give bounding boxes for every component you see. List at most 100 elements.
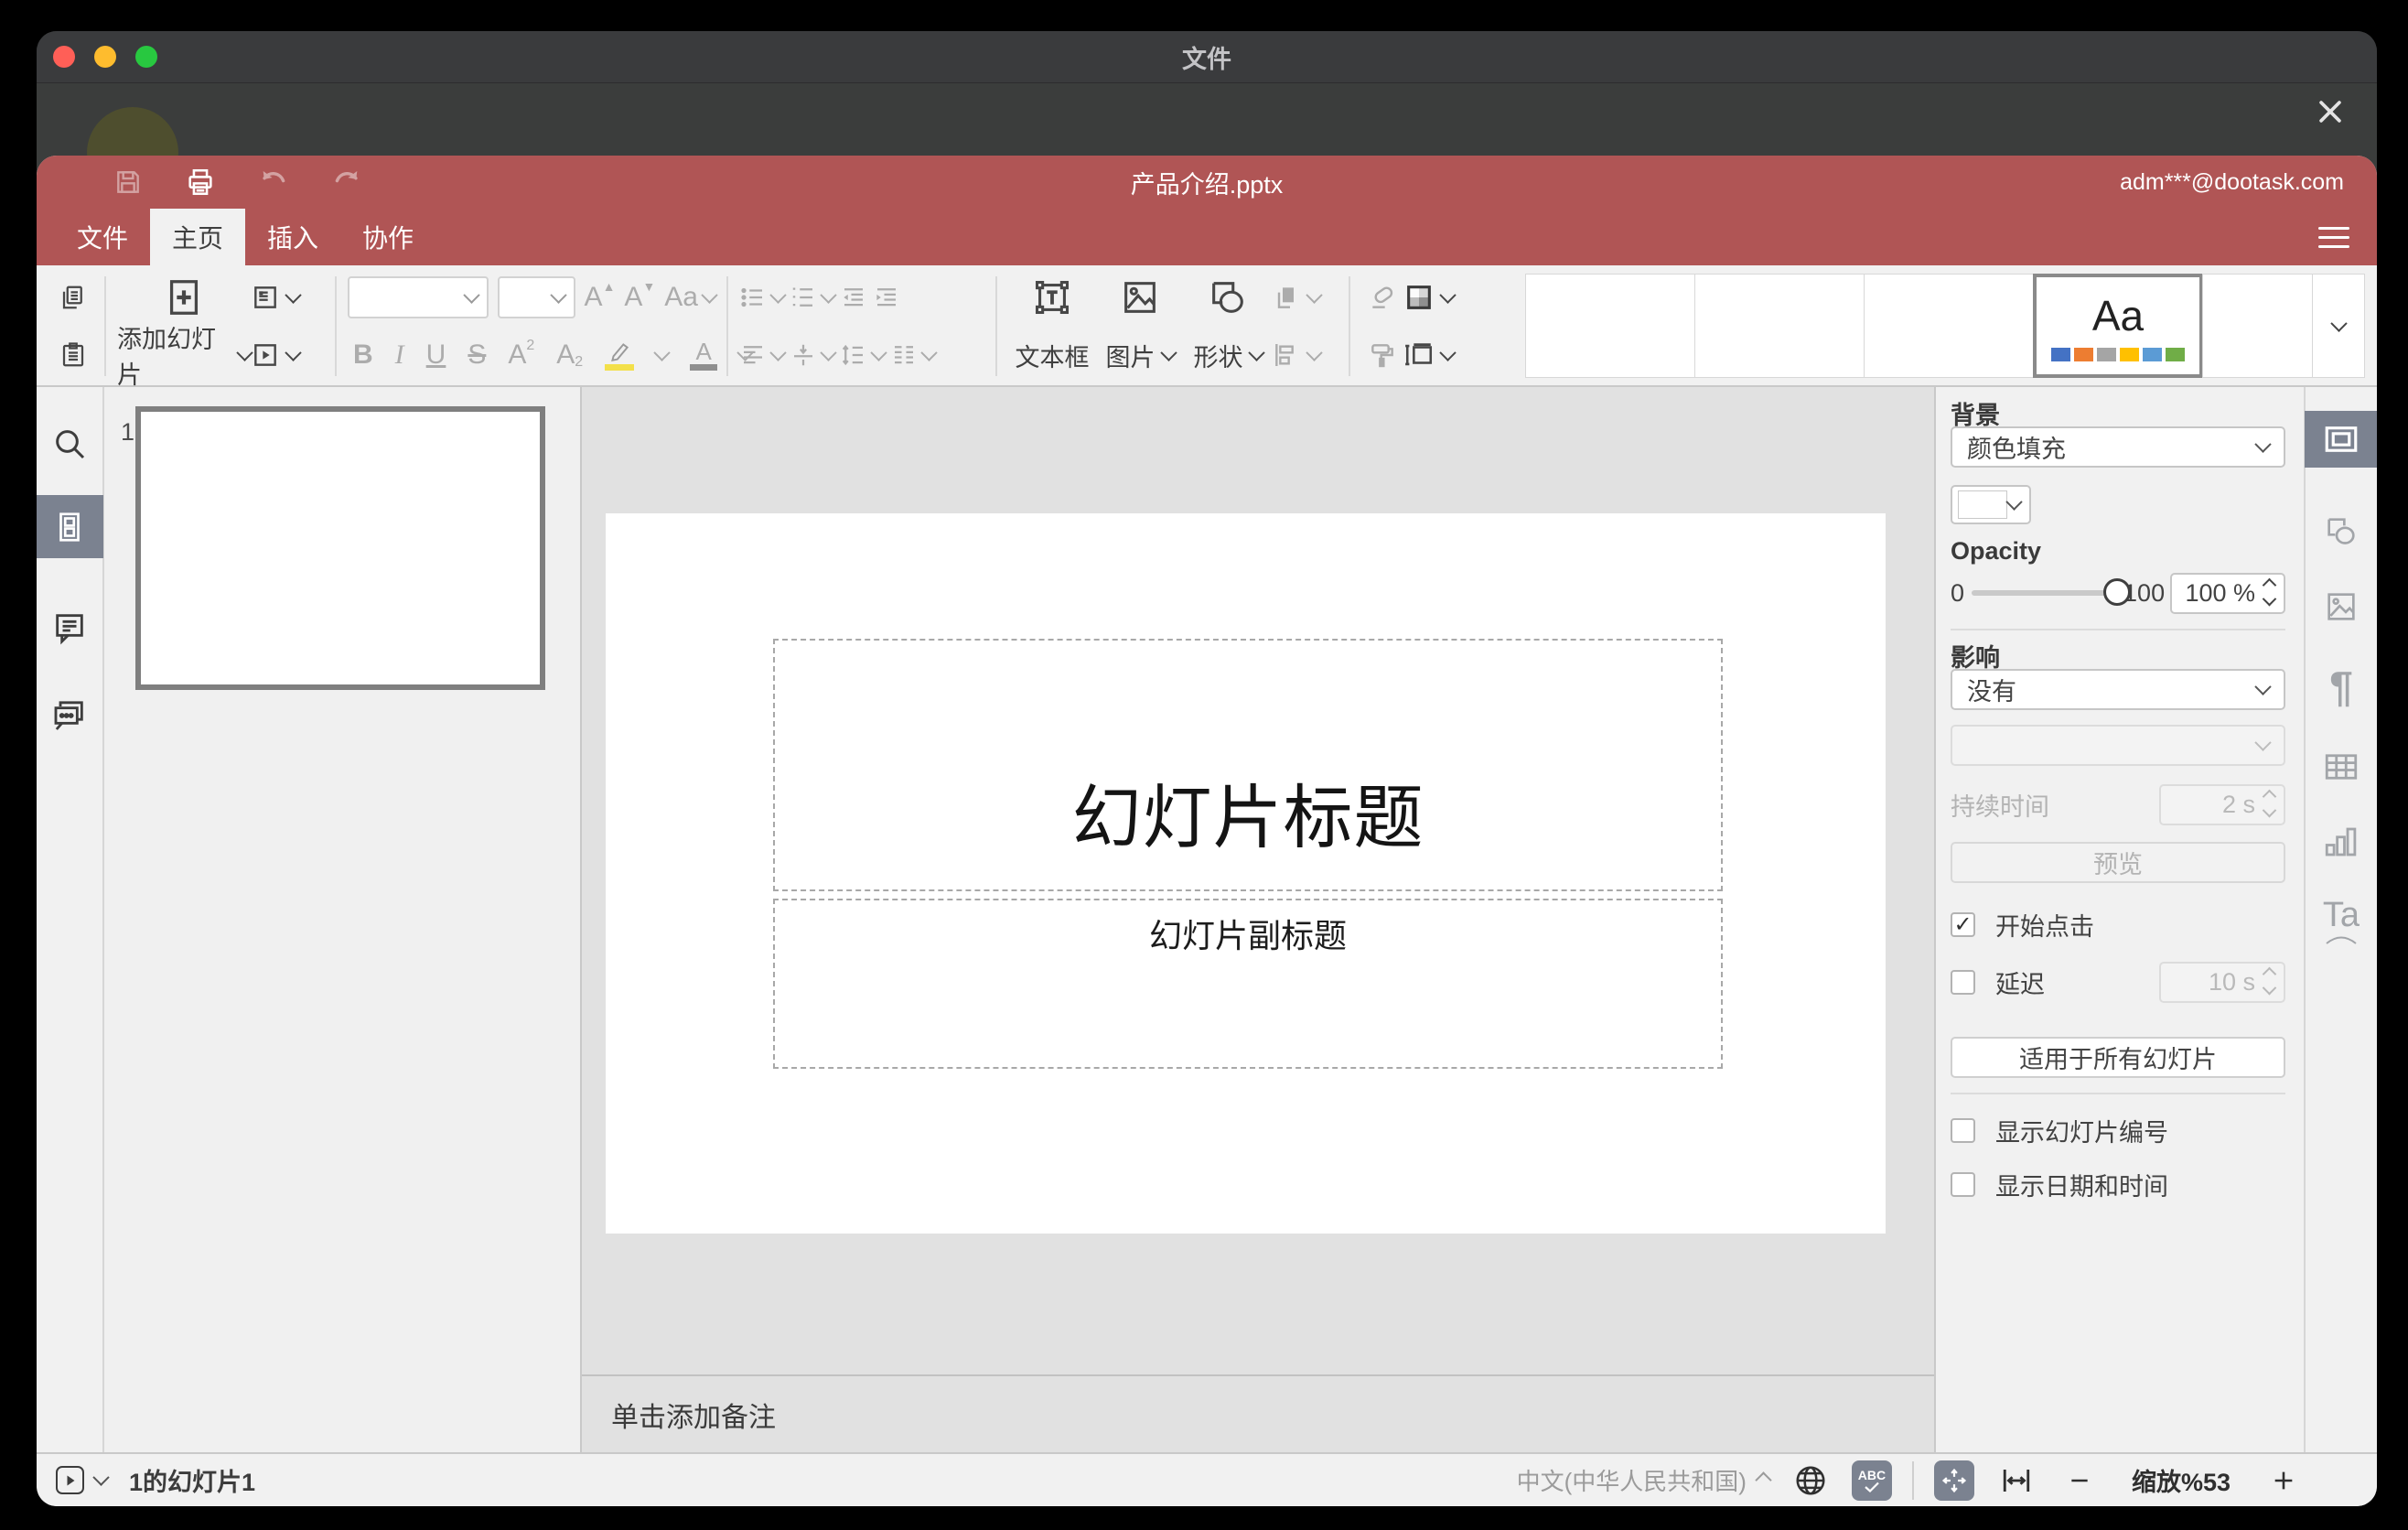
increase-indent-button[interactable]: [873, 284, 900, 311]
decrease-font-button[interactable]: A ▼: [624, 280, 655, 311]
strikethrough-button[interactable]: S: [468, 341, 486, 369]
slide-page[interactable]: 幻灯片标题 幻灯片副标题: [606, 513, 1886, 1234]
zoom-out-button[interactable]: [2068, 1469, 2091, 1492]
fit-slide-button[interactable]: [1933, 1460, 1974, 1501]
delay-checkbox[interactable]: [1951, 970, 1975, 995]
slideshow-mode-dropdown[interactable]: [92, 1469, 110, 1486]
effect-option-select[interactable]: [1951, 725, 2285, 766]
show-date-checkbox[interactable]: [1951, 1172, 1975, 1197]
subscript-button[interactable]: A2: [556, 341, 583, 370]
highlight-color-button[interactable]: [605, 340, 635, 371]
slide-settings-button[interactable]: [2305, 411, 2377, 468]
paragraph-settings-button[interactable]: ¶: [2329, 662, 2353, 711]
comments-button[interactable]: [51, 609, 88, 646]
font-size-select[interactable]: [498, 276, 575, 318]
align-shape-button[interactable]: [1272, 340, 1301, 370]
slides-panel-button[interactable]: [37, 495, 103, 558]
tab-file[interactable]: 文件: [55, 209, 150, 265]
theme-option-1[interactable]: [1525, 274, 1695, 378]
chevron-down-icon[interactable]: [1247, 343, 1265, 361]
image-settings-button[interactable]: [2323, 588, 2360, 625]
textart-settings-button[interactable]: Ta: [2323, 896, 2360, 944]
preview-button[interactable]: 预览: [1951, 842, 2285, 883]
arrange-shape-button[interactable]: [1272, 283, 1301, 312]
copy-style-button[interactable]: [1368, 340, 1397, 370]
slide-size-button[interactable]: [1403, 339, 1435, 371]
tab-collaboration[interactable]: 协作: [340, 209, 435, 265]
notes-area[interactable]: 单击添加备注: [582, 1374, 1934, 1452]
tab-home[interactable]: 主页: [150, 209, 246, 265]
decrease-indent-button[interactable]: [840, 284, 867, 311]
insert-textbox-button[interactable]: [1031, 276, 1073, 318]
shape-settings-button[interactable]: [2323, 513, 2360, 550]
copy-button[interactable]: [59, 284, 87, 311]
spin-down-icon[interactable]: [2262, 591, 2277, 606]
bullet-list-button[interactable]: [739, 284, 767, 311]
paste-button[interactable]: [59, 341, 87, 369]
theme-gallery-expand-button[interactable]: [2312, 274, 2365, 378]
chevron-down-icon[interactable]: [1439, 286, 1457, 304]
spin-up-icon[interactable]: [2262, 577, 2277, 592]
slide-thumbnail-1[interactable]: [135, 406, 545, 690]
title-placeholder[interactable]: 幻灯片标题: [773, 639, 1723, 891]
numbered-list-button[interactable]: [790, 284, 817, 311]
theme-option-selected[interactable]: Aa: [2033, 274, 2203, 378]
show-slide-number-checkbox[interactable]: [1951, 1118, 1975, 1143]
menu-button[interactable]: [2318, 221, 2349, 253]
feedback-button[interactable]: [51, 697, 88, 734]
zoom-in-button[interactable]: [2271, 1468, 2296, 1493]
close-editor-button[interactable]: [2309, 91, 2351, 133]
document-language-button[interactable]: [1793, 1463, 1828, 1498]
spellcheck-button[interactable]: ABC: [1851, 1460, 1892, 1501]
chevron-down-icon[interactable]: [1439, 343, 1457, 361]
fill-color-picker[interactable]: [1951, 485, 2031, 524]
underline-button[interactable]: U: [426, 341, 446, 369]
insert-shape-button[interactable]: [1207, 276, 1249, 318]
chart-settings-button[interactable]: [2322, 823, 2360, 861]
opacity-slider[interactable]: [1972, 578, 2132, 606]
tab-insert[interactable]: 插入: [245, 209, 340, 265]
delay-input[interactable]: 10 s: [2159, 962, 2285, 1003]
vertical-align-button[interactable]: [790, 341, 817, 369]
insert-image-button[interactable]: [1119, 276, 1161, 318]
chevron-down-icon[interactable]: [285, 286, 302, 304]
search-button[interactable]: [51, 426, 88, 462]
opacity-slider-thumb[interactable]: [2103, 578, 2132, 606]
effect-select[interactable]: 没有: [1951, 669, 2285, 710]
bold-button[interactable]: B: [353, 341, 373, 369]
change-case-button[interactable]: Aa: [664, 284, 718, 311]
start-slideshow-status-button[interactable]: [56, 1466, 84, 1494]
table-settings-button[interactable]: [2322, 748, 2360, 786]
close-window-button[interactable]: [53, 46, 75, 68]
color-scheme-button[interactable]: [1403, 282, 1435, 313]
font-name-select[interactable]: [348, 276, 489, 318]
chevron-down-icon[interactable]: [653, 343, 671, 361]
start-slideshow-button[interactable]: [251, 340, 280, 370]
superscript-button[interactable]: A2: [508, 339, 534, 369]
chevron-down-icon[interactable]: [1306, 286, 1323, 304]
columns-button[interactable]: [890, 341, 918, 369]
font-color-button[interactable]: A: [690, 339, 718, 371]
select-tool-button[interactable]: [1368, 283, 1397, 312]
opacity-input[interactable]: 100 %: [2170, 572, 2285, 614]
maximize-window-button[interactable]: [135, 46, 157, 68]
subtitle-placeholder[interactable]: 幻灯片副标题: [773, 899, 1723, 1069]
chevron-down-icon[interactable]: [1159, 343, 1177, 361]
minimize-window-button[interactable]: [94, 46, 116, 68]
italic-button[interactable]: I: [395, 341, 404, 369]
apply-to-all-button[interactable]: 适用于所有幻灯片: [1951, 1037, 2285, 1078]
duration-input[interactable]: 2 s: [2159, 784, 2285, 825]
increase-font-button[interactable]: A ▲: [585, 280, 616, 311]
chevron-down-icon[interactable]: [1306, 343, 1323, 361]
start-on-click-checkbox[interactable]: ✓: [1951, 912, 1975, 937]
slide-layout-button[interactable]: [251, 283, 280, 312]
chevron-down-icon[interactable]: [285, 343, 302, 361]
theme-option-2[interactable]: [1694, 274, 1865, 378]
fill-type-select[interactable]: 颜色填充: [1951, 426, 2285, 468]
theme-option-5[interactable]: [2202, 274, 2313, 378]
line-spacing-button[interactable]: [840, 341, 867, 369]
add-slide-button[interactable]: [163, 276, 205, 318]
fit-width-button[interactable]: [2000, 1464, 2033, 1497]
theme-option-3[interactable]: [1864, 274, 2034, 378]
language-selector[interactable]: 中文(中华人民共和国): [1517, 1463, 1772, 1497]
